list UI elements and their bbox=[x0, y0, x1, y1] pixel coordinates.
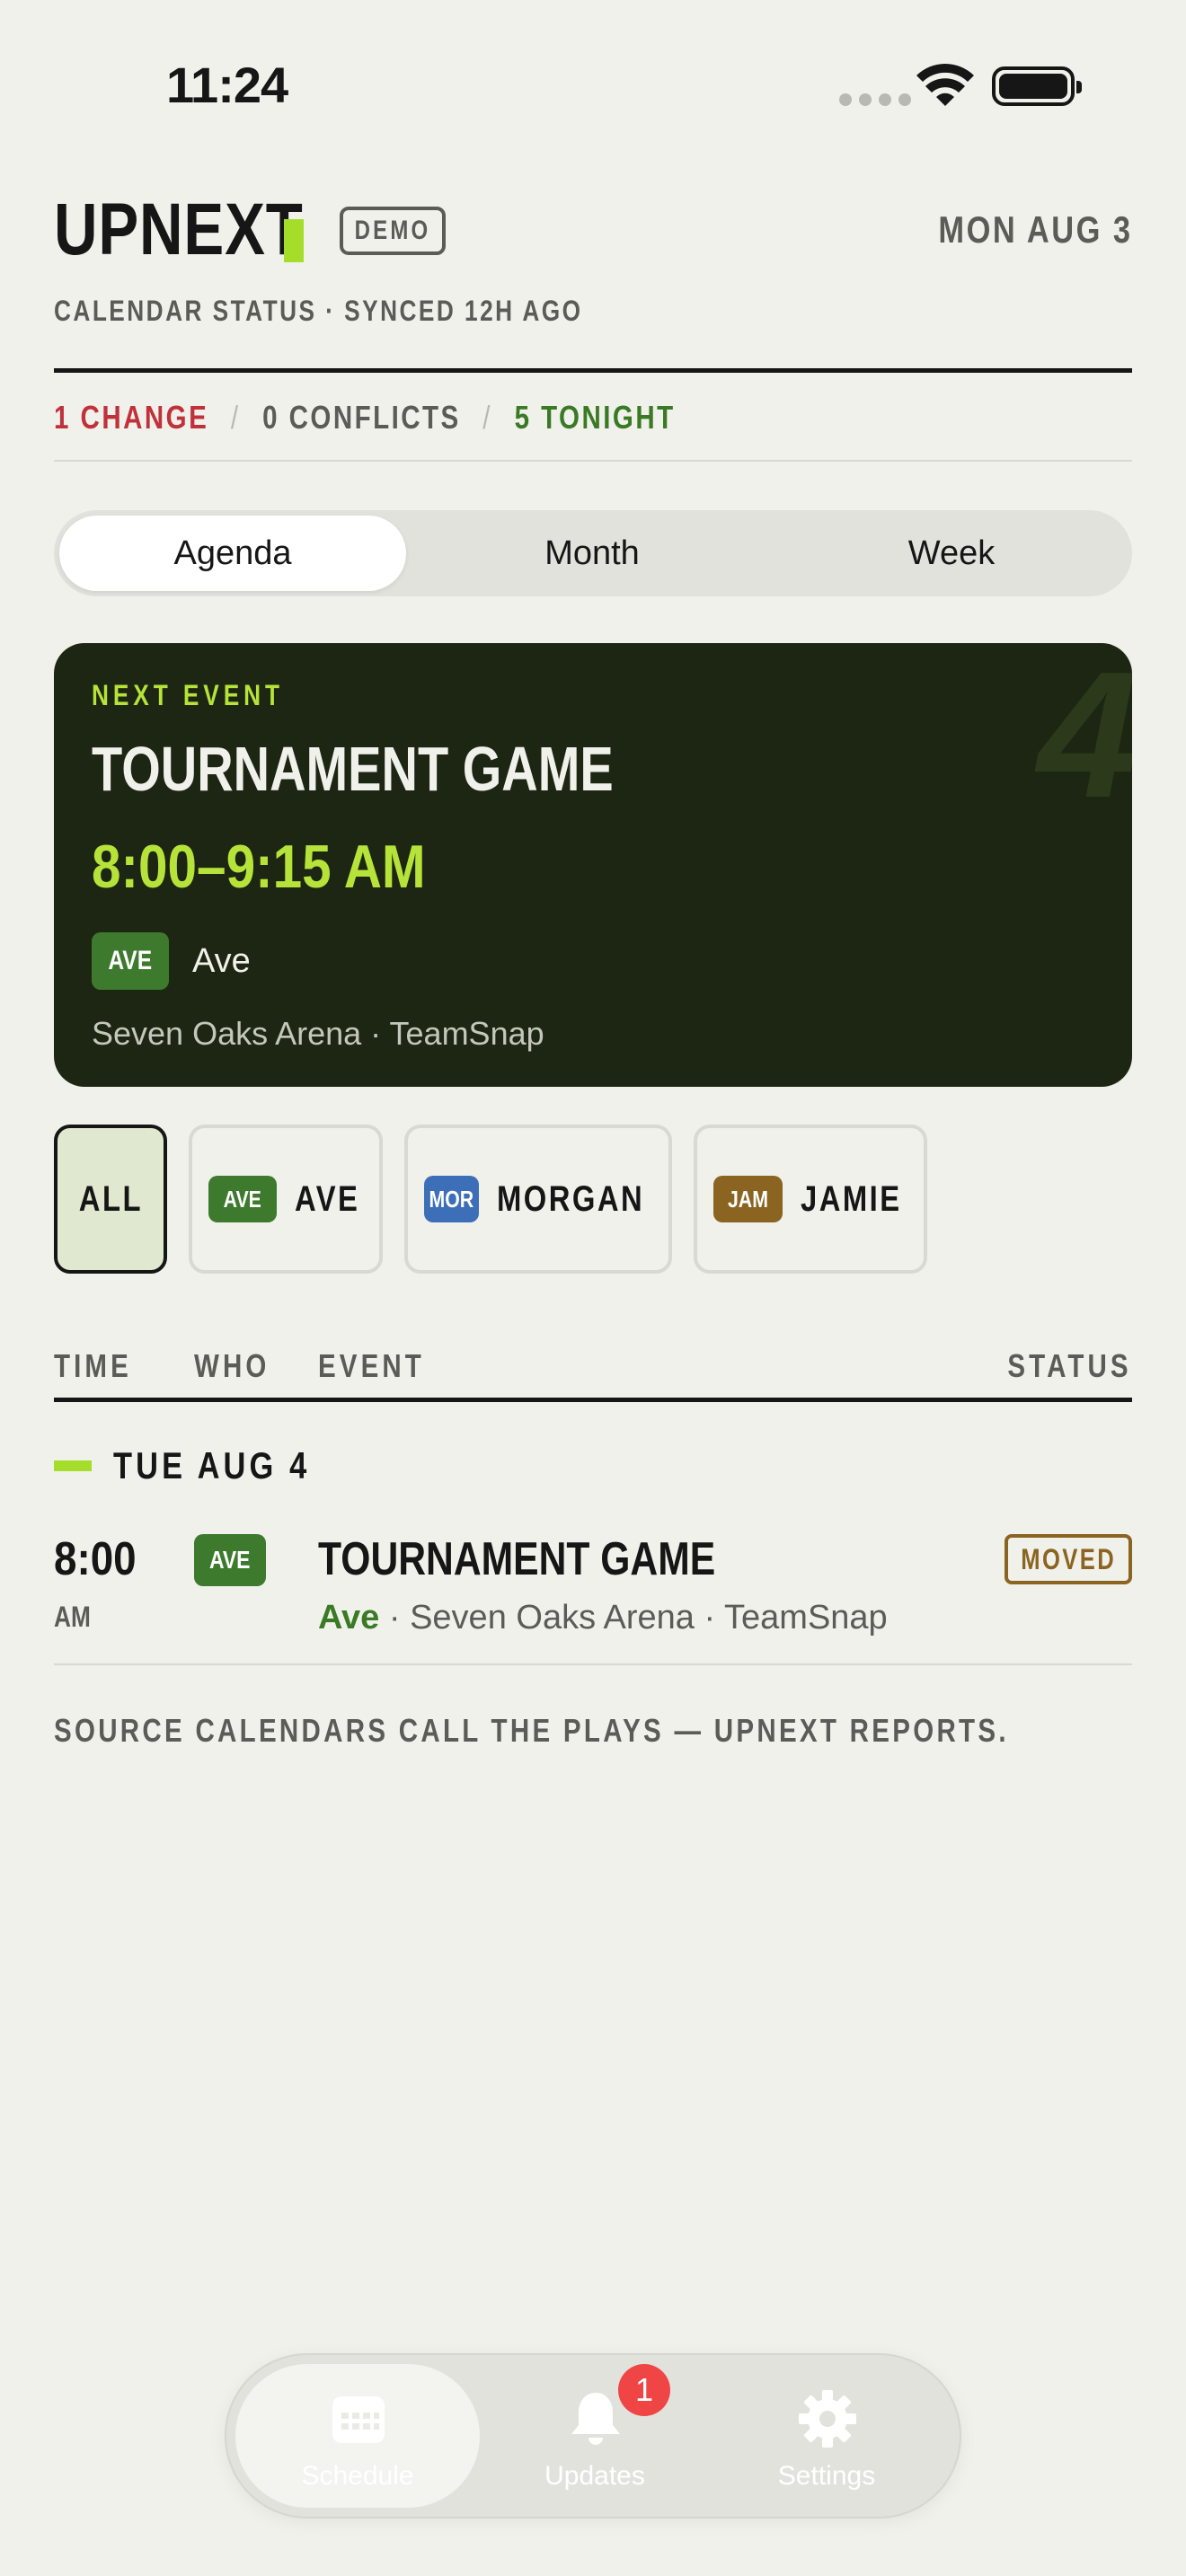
next-event-who: AVE Ave bbox=[92, 932, 251, 990]
next-event-title: TOURNAMENT GAME bbox=[92, 734, 614, 804]
app-name: UPNEXT bbox=[54, 189, 304, 270]
row-meta: Ave · Seven Oaks Arena · TeamSnap bbox=[318, 1599, 888, 1636]
next-event-location: Seven Oaks Arena · TeamSnap bbox=[92, 1015, 544, 1052]
row-divider bbox=[54, 1663, 1132, 1665]
person-tag: AVE bbox=[208, 1176, 277, 1222]
row-time: 8:00 bbox=[54, 1533, 137, 1585]
header-date: MON AUG 3 bbox=[937, 208, 1132, 251]
summary-strip: 1 CHANGE/0 CONFLICTS/5 TONIGHT bbox=[54, 399, 676, 436]
tab-month[interactable]: Month bbox=[419, 516, 766, 591]
header-divider bbox=[54, 368, 1132, 373]
summary-divider bbox=[54, 460, 1132, 462]
tab-agenda[interactable]: Agenda bbox=[59, 516, 406, 591]
column-header-event: EVENT bbox=[318, 1347, 425, 1384]
bell-icon bbox=[571, 2393, 620, 2445]
filter-jamie[interactable]: JAM JAMIE bbox=[694, 1125, 927, 1274]
battery-icon bbox=[992, 66, 1082, 106]
calendar-status: CALENDAR STATUS · SYNCED 12H AGO bbox=[54, 295, 583, 327]
conflicts-count[interactable]: 0 CONFLICTS bbox=[262, 399, 461, 436]
tab-week[interactable]: Week bbox=[778, 516, 1125, 591]
tab-bar: Schedule Updates 1 Settings bbox=[225, 2353, 961, 2519]
updates-badge: 1 bbox=[618, 2364, 670, 2416]
brand-mark bbox=[284, 219, 304, 262]
column-header-time: TIME bbox=[54, 1347, 132, 1384]
status-badge: MOVED bbox=[1005, 1534, 1132, 1584]
person-tag: MOR bbox=[424, 1176, 479, 1222]
filter-all[interactable]: ALL bbox=[54, 1125, 167, 1274]
column-header-status: STATUS bbox=[1007, 1347, 1132, 1384]
app-logo: UPNEXT bbox=[54, 189, 358, 270]
filter-ave[interactable]: AVE AVE bbox=[189, 1125, 383, 1274]
next-event-card[interactable]: 4 NEXT EVENT TOURNAMENT GAME 8:00–9:15 A… bbox=[54, 643, 1132, 1087]
person-name: Ave bbox=[192, 941, 251, 980]
next-event-watermark: 4 bbox=[1037, 643, 1132, 835]
person-tag: JAM bbox=[713, 1176, 783, 1222]
tab-schedule[interactable]: Schedule bbox=[235, 2364, 480, 2508]
day-accent-bar bbox=[54, 1460, 92, 1471]
person-tag: AVE bbox=[194, 1534, 266, 1586]
row-ampm: AM bbox=[54, 1601, 91, 1633]
tab-updates[interactable]: Updates bbox=[473, 2364, 717, 2508]
filter-morgan[interactable]: MOR MORGAN bbox=[404, 1125, 672, 1274]
table-header-divider bbox=[54, 1398, 1132, 1402]
calendar-icon bbox=[332, 2396, 385, 2443]
person-tag: AVE bbox=[92, 932, 169, 990]
status-bar: 11:24 bbox=[0, 0, 1186, 180]
cellular-signal-icon bbox=[839, 93, 911, 106]
next-event-label: NEXT EVENT bbox=[92, 679, 284, 711]
demo-badge: DEMO bbox=[340, 207, 446, 255]
footer-note: SOURCE CALENDARS CALL THE PLAYS — UPNEXT… bbox=[54, 1712, 1009, 1749]
tab-settings[interactable]: Settings bbox=[704, 2364, 949, 2508]
status-time: 11:24 bbox=[166, 57, 288, 113]
row-title: TOURNAMENT GAME bbox=[318, 1533, 716, 1585]
next-event-time: 8:00–9:15 AM bbox=[92, 833, 426, 901]
wifi-icon bbox=[916, 64, 974, 106]
gear-icon bbox=[799, 2390, 856, 2448]
changes-count[interactable]: 1 CHANGE bbox=[54, 399, 208, 436]
view-segmented-control: Agenda Month Week bbox=[54, 510, 1132, 596]
day-heading: TUE AUG 4 bbox=[113, 1444, 311, 1486]
tonight-count[interactable]: 5 TONIGHT bbox=[515, 399, 676, 436]
column-header-who: WHO bbox=[194, 1347, 270, 1384]
